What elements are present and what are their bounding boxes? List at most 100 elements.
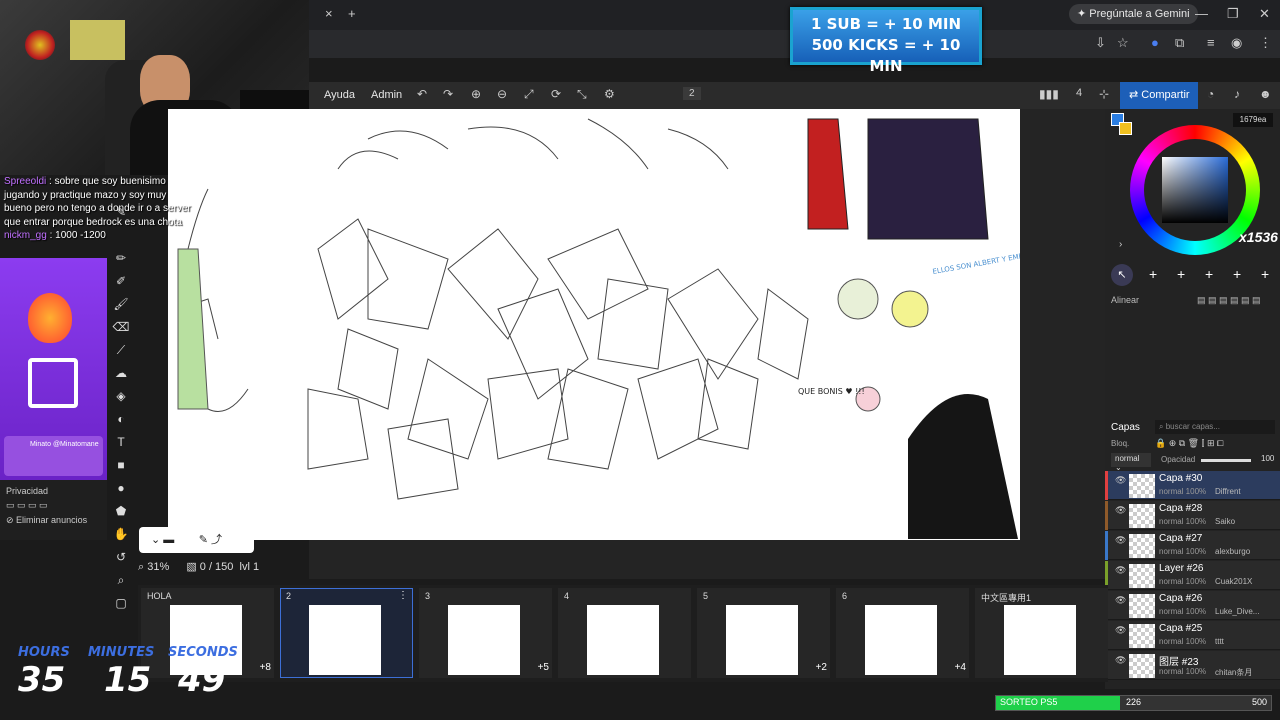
brush-slot-3[interactable]: + bbox=[1177, 266, 1185, 282]
undo-icon[interactable]: ↶ bbox=[417, 87, 427, 101]
pen-icon[interactable]: ✎ bbox=[110, 205, 132, 225]
page-thumb-6[interactable]: 6 +4 bbox=[836, 588, 969, 678]
text-icon[interactable]: T bbox=[110, 435, 132, 455]
page-thumb-7[interactable]: 中文區專用1 bbox=[975, 588, 1108, 678]
profile-avatar[interactable]: ◉ bbox=[1231, 35, 1242, 51]
eye-icon[interactable]: 👁 bbox=[1115, 625, 1126, 636]
layer-row[interactable]: 👁 Capa #28 normal 100% Saiko bbox=[1105, 501, 1280, 530]
align-icons[interactable]: ▤ ▤ ▤ ▤ ▤ ▤ bbox=[1197, 295, 1261, 306]
secondary-swatch[interactable] bbox=[1119, 122, 1132, 135]
fill-icon[interactable]: ◈ bbox=[110, 389, 132, 409]
saturation-square[interactable] bbox=[1162, 157, 1228, 223]
subgoal-line1: 1 SUB = + 10 MIN bbox=[810, 15, 962, 33]
eye-icon[interactable]: 👁 bbox=[1115, 655, 1126, 666]
page-thumb-2[interactable]: 2 ⋮ bbox=[280, 588, 413, 678]
canvas-status: ⌕ 31% ▧ 0 / 150 lvl 1 bbox=[138, 560, 388, 580]
eye-icon[interactable]: 👁 bbox=[1115, 505, 1126, 516]
layers-search[interactable]: ⌕ buscar capas... bbox=[1155, 420, 1275, 434]
zoom-out-icon[interactable]: ⊖ bbox=[497, 87, 507, 101]
eye-icon[interactable]: 👁 bbox=[1115, 565, 1126, 576]
smudge-icon[interactable]: ☁ bbox=[110, 366, 132, 386]
page-menu-icon[interactable]: ⋮ bbox=[398, 590, 408, 601]
share-button[interactable]: ⇄ Compartir bbox=[1120, 82, 1198, 109]
sorteo-progress: SORTEO PS5 226 500 bbox=[995, 695, 1272, 711]
eye-icon[interactable]: 👁 bbox=[1115, 535, 1126, 546]
layer-actions[interactable]: 🔒 ⊕ ⧉ 🗑 ⫿ ⊞ ⧠ bbox=[1155, 438, 1224, 449]
gemini-label: Pregúntale a Gemini bbox=[1089, 8, 1190, 20]
redo-icon[interactable]: ↷ bbox=[443, 87, 453, 101]
shape-icon[interactable]: ⬟ bbox=[110, 504, 132, 524]
add-user-icon[interactable]: ⊹ bbox=[1099, 87, 1109, 101]
drawing-canvas[interactable]: QUE BONIS ♥ !!! ELLOS SON ALBERT Y EMERS… bbox=[168, 109, 1020, 540]
rect-icon[interactable]: ■ bbox=[110, 458, 132, 478]
settings-icon[interactable]: ⚙ bbox=[604, 87, 615, 101]
marker-icon[interactable]: ✐ bbox=[110, 274, 132, 294]
minimize-icon[interactable]: — bbox=[1195, 6, 1208, 21]
rss-icon[interactable]: ◔ bbox=[1207, 87, 1214, 101]
layer-row[interactable]: 👁 Capa #30 normal 100% Diffrent bbox=[1105, 471, 1280, 500]
blend-select[interactable]: normal ⌄ bbox=[1111, 453, 1151, 472]
page-thumb-5[interactable]: 5 +2 bbox=[697, 588, 830, 678]
gradient-icon[interactable]: ◐ bbox=[110, 412, 132, 432]
profile-icon[interactable]: ☻ bbox=[1259, 87, 1272, 101]
promo-card: Minato @Minatomane bbox=[4, 436, 103, 476]
tab-close-icon[interactable]: × bbox=[325, 6, 333, 21]
maximize-icon[interactable]: ❐ bbox=[1227, 6, 1239, 22]
opacity-slider[interactable] bbox=[1201, 459, 1251, 462]
zoom-icon[interactable]: ⌕ bbox=[110, 573, 132, 593]
menu-icon[interactable]: ⋮ bbox=[1259, 35, 1272, 51]
chat-toggle-bar[interactable]: ⌄ ▬ ✎ ⤴ bbox=[139, 527, 254, 553]
privacy-icons[interactable]: ▭ ▭ ▭ ▭ bbox=[6, 500, 101, 511]
users-avatars[interactable]: ▮▮▮ bbox=[1039, 87, 1059, 101]
brush-slot-6[interactable]: + bbox=[1261, 266, 1269, 282]
promo-panel: Minato @Minatomane bbox=[0, 258, 107, 480]
blend-icon[interactable]: ⟋ bbox=[110, 343, 132, 363]
layer-thumbnail bbox=[1129, 624, 1155, 648]
install-icon[interactable]: ⇩ bbox=[1095, 35, 1106, 51]
opacity-label: Opacidad bbox=[1161, 455, 1196, 464]
gemini-button[interactable]: ✦ Pregúntale a Gemini bbox=[1069, 4, 1198, 24]
bell-icon[interactable]: ♪ bbox=[1234, 87, 1240, 101]
ellipse-icon[interactable]: ● bbox=[110, 481, 132, 501]
layer-color-tag bbox=[1105, 531, 1108, 560]
hand-icon[interactable]: ✋ bbox=[110, 527, 132, 547]
layer-row[interactable]: 👁 Capa #27 normal 100% alexburgo bbox=[1105, 531, 1280, 560]
remove-ads-link[interactable]: ⊘ Eliminar anuncios bbox=[6, 515, 101, 526]
canvas-size-readout: 1679ea bbox=[1233, 113, 1273, 127]
pencil-icon[interactable]: ✏ bbox=[110, 251, 132, 271]
brush-icon[interactable]: 🖌 bbox=[110, 297, 132, 317]
puzzle-icon[interactable]: ⧉ bbox=[1175, 35, 1184, 51]
menu-ayuda[interactable]: Ayuda bbox=[324, 89, 355, 101]
brush-slot-1[interactable]: ↖ bbox=[1111, 264, 1133, 286]
layer-row[interactable]: 👁 Capa #26 normal 100% Luke_Dive... bbox=[1105, 591, 1280, 620]
layer-row[interactable]: 👁 Layer #26 normal 100% Cuak201X bbox=[1105, 561, 1280, 590]
page-thumb-4[interactable]: 4 bbox=[558, 588, 691, 678]
eye-icon[interactable]: 👁 bbox=[1115, 595, 1126, 606]
fit-icon[interactable]: ⤢ bbox=[524, 87, 534, 102]
brush-slot-2[interactable]: + bbox=[1149, 266, 1157, 282]
brush-slot-5[interactable]: + bbox=[1233, 266, 1241, 282]
chat-icon[interactable]: ▢ bbox=[110, 596, 132, 616]
star-icon[interactable]: ☆ bbox=[1117, 35, 1129, 51]
page-label: HOLA bbox=[147, 591, 172, 601]
tool-column: ✎ ✏ ✐ 🖌 ⌫ ⟋ ☁ ◈ ◐ T ■ ● ⬟ ✋ ↺ ⌕ ▢ bbox=[110, 205, 132, 625]
new-tab-button[interactable]: + bbox=[348, 6, 356, 21]
zoom-in-icon[interactable]: ⊕ bbox=[471, 87, 481, 101]
layer-name: Capa #30 bbox=[1159, 473, 1203, 484]
rotate-view-icon[interactable]: ↺ bbox=[110, 550, 132, 570]
media-icon[interactable]: ≡ bbox=[1207, 35, 1215, 50]
chevron-icon[interactable]: › bbox=[1119, 239, 1122, 250]
extension-icon[interactable]: ● bbox=[1151, 35, 1159, 50]
brush-slot-4[interactable]: + bbox=[1205, 266, 1213, 282]
fullscreen-icon[interactable]: ⤡ bbox=[577, 87, 587, 102]
page-thumb-3[interactable]: 3 +5 bbox=[419, 588, 552, 678]
layer-row[interactable]: 👁 图层 #23 normal 100% chitan条月 bbox=[1105, 651, 1280, 680]
layer-color-tag bbox=[1105, 501, 1108, 530]
eraser-icon[interactable]: ⌫ bbox=[110, 320, 132, 340]
layer-name: Capa #28 bbox=[1159, 503, 1203, 514]
layer-row[interactable]: 👁 Capa #25 normal 100% tttt bbox=[1105, 621, 1280, 650]
close-window-icon[interactable]: ✕ bbox=[1259, 6, 1270, 22]
menu-admin[interactable]: Admin bbox=[371, 89, 402, 101]
rotate-icon[interactable]: ⟳ bbox=[551, 87, 561, 101]
eye-icon[interactable]: 👁 bbox=[1115, 475, 1126, 486]
